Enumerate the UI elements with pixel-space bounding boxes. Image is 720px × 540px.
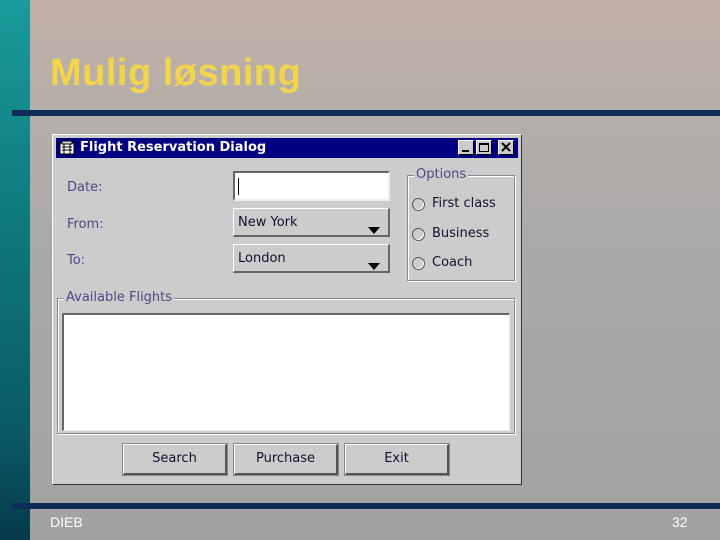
dropdown-arrow-icon[interactable]	[368, 219, 380, 238]
flight-reservation-dialog: Flight Reservation Dialog Date: From: Ne…	[52, 134, 522, 485]
available-flights-label: Available Flights	[64, 290, 175, 305]
radio-button-icon[interactable]	[412, 198, 425, 211]
app-icon	[59, 140, 75, 156]
radio-button-icon[interactable]	[412, 228, 425, 241]
radio-label: First class	[432, 196, 496, 211]
text-caret	[238, 178, 239, 195]
maximize-button[interactable]	[476, 140, 492, 155]
options-group: Options First class Business Coach	[407, 167, 515, 281]
available-flights-list[interactable]	[62, 313, 510, 431]
from-combobox[interactable]: New York	[233, 208, 390, 237]
page-number: 32	[672, 514, 688, 530]
slide-title: Mulig løsning	[50, 52, 302, 94]
to-combobox[interactable]: London	[233, 244, 390, 273]
purchase-button[interactable]: Purchase	[233, 443, 339, 476]
title-divider	[12, 110, 720, 116]
from-label: From:	[67, 217, 104, 232]
options-group-label: Options	[414, 167, 469, 182]
to-value: London	[238, 251, 286, 266]
maximize-icon	[479, 143, 489, 152]
from-value: New York	[238, 215, 298, 230]
close-button[interactable]	[498, 140, 514, 155]
date-input[interactable]	[233, 171, 390, 201]
search-button[interactable]: Search	[122, 443, 228, 476]
radio-label: Business	[432, 226, 490, 241]
radio-label: Coach	[432, 255, 473, 270]
slide-accent-strip	[0, 0, 30, 540]
minimize-button[interactable]	[458, 140, 474, 155]
to-label: To:	[67, 253, 86, 268]
exit-button[interactable]: Exit	[344, 443, 450, 476]
dropdown-arrow-icon[interactable]	[368, 255, 380, 274]
footer-divider	[12, 503, 720, 509]
footer-label: DIEB	[50, 514, 83, 530]
dialog-titlebar[interactable]: Flight Reservation Dialog	[56, 138, 518, 158]
radio-button-icon[interactable]	[412, 257, 425, 270]
minimize-icon	[462, 150, 469, 152]
close-icon	[501, 142, 511, 152]
dialog-title: Flight Reservation Dialog	[80, 140, 267, 155]
date-label: Date:	[67, 180, 103, 195]
